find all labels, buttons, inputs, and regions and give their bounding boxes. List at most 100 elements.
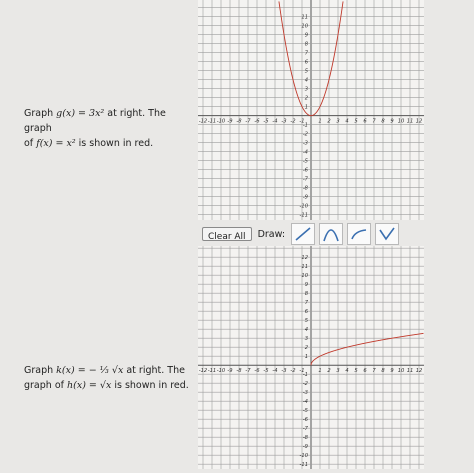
x-tick-label: 7 (372, 368, 376, 374)
clear-all-button[interactable]: Clear All (202, 227, 252, 242)
graph-2-canvas[interactable]: -12 -11 -10 -9 -8 -7 -6 -5 -4 -3 -2 -1 1 2 3 4 5 6 7 8 9 10 11… (198, 246, 424, 469)
y-tick-label: 3 (305, 336, 308, 342)
line-tool-icon (295, 227, 311, 241)
x-tick-label: -9 (227, 119, 232, 125)
x-tick-label: -4 (272, 119, 277, 125)
x-tick-label: -2 (290, 119, 295, 125)
y-tick-label: -11 (300, 462, 308, 468)
x-tick-label: 9 (390, 119, 393, 125)
x-tick-label: 4 (345, 119, 348, 125)
y-tick-label: -4 (303, 150, 308, 156)
graph-1-plot[interactable]: -12 -11 -10 -9 -8 -7 -6 -5 -4 -3 -2 -1 1 2 3 4 5 6 7 8 9 10 11… (198, 0, 424, 228)
absolute-value-tool-icon (379, 227, 395, 241)
x-tick-label: -7 (245, 368, 251, 374)
x-tick-label: -9 (227, 368, 232, 374)
x-tick-label: -3 (281, 368, 286, 374)
x-tick-label: -3 (281, 119, 286, 125)
y-tick-label: 11 (301, 264, 308, 270)
x-tick-label: -6 (254, 119, 260, 125)
x-tick-label: 2 (327, 119, 330, 125)
problem-2-text: Graph k(x) = − ⅓ √x at right. The graph … (24, 363, 194, 393)
y-tick-label: 4 (305, 78, 308, 84)
y-tick-label: 6 (305, 309, 309, 315)
x-tick-label: -5 (263, 119, 269, 125)
x-tick-label: -10 (217, 368, 226, 374)
y-tick-label: 1 (305, 105, 308, 111)
y-tick-label: 5 (305, 69, 309, 75)
y-tick-label: -3 (303, 141, 308, 147)
y-tick-label: 2 (305, 96, 308, 102)
x-tick-label: -2 (290, 368, 295, 374)
x-tick-label: -11 (208, 368, 216, 374)
y-tick-label: -1 (303, 123, 308, 129)
problem-1-function-f: f(x) = x² (36, 138, 76, 149)
problem-1-end: is shown in red. (75, 138, 154, 149)
y-tick-label: -9 (303, 444, 308, 450)
problem-2-mid: at right. The (123, 365, 185, 376)
y-tick-label: -9 (303, 195, 308, 201)
x-tick-label: 9 (390, 368, 393, 374)
problem-2-graph-of: graph of (24, 380, 68, 391)
problem-1-of: of (24, 138, 37, 149)
problem-2-function-k: k(x) = − ⅓ √x (56, 365, 124, 376)
y-tick-label: -5 (303, 408, 309, 414)
y-tick-label: 8 (305, 291, 309, 297)
x-tick-label: 1 (318, 119, 321, 125)
x-tick-label: 12 (416, 119, 423, 125)
y-tick-label: 10 (301, 24, 308, 30)
problem-2-end: is shown in red. (111, 380, 189, 391)
y-tick-label: 7 (305, 300, 309, 306)
line-tool-button[interactable] (291, 223, 316, 245)
draw-toolbar: Clear All Draw: (202, 223, 400, 245)
x-tick-label: 10 (398, 368, 405, 374)
parabola-tool-icon (323, 229, 339, 242)
y-tick-label: 5 (305, 318, 309, 324)
y-tick-label: -11 (300, 213, 308, 219)
x-tick-label: 6 (363, 368, 367, 374)
parabola-tool-button[interactable] (319, 223, 344, 245)
x-tick-label: -12 (199, 368, 207, 374)
x-tick-label: -5 (263, 368, 269, 374)
y-tick-label: 1 (305, 354, 308, 360)
x-tick-label: -10 (217, 119, 226, 125)
y-tick-label: -4 (303, 399, 308, 405)
problem-2-function-h: h(x) = √x (67, 380, 112, 391)
y-tick-label: -5 (303, 159, 309, 165)
x-tick-label: 2 (327, 368, 330, 374)
x-tick-label: 8 (381, 368, 385, 374)
y-tick-label: 3 (305, 87, 308, 93)
y-tick-label: 7 (305, 51, 309, 57)
x-tick-label: 11 (407, 368, 414, 374)
x-tick-label: 3 (336, 119, 339, 125)
y-tick-label: 11 (301, 15, 308, 21)
y-tick-label: -7 (303, 426, 309, 432)
graph-2-plot[interactable]: -12 -11 -10 -9 -8 -7 -6 -5 -4 -3 -2 -1 1 2 3 4 5 6 7 8 9 10 11… (198, 246, 424, 469)
draw-label: Draw: (257, 228, 286, 240)
x-tick-label: 11 (407, 119, 414, 125)
x-tick-label: -6 (254, 368, 260, 374)
graph-1-canvas[interactable]: -12 -11 -10 -9 -8 -7 -6 -5 -4 -3 -2 -1 1 2 3 4 5 6 7 8 9 10 11… (198, 0, 424, 228)
problem-2-intro: Graph (24, 365, 57, 376)
y-tick-label: -6 (303, 417, 309, 423)
x-tick-label: 1 (318, 368, 321, 374)
y-tick-label: -10 (300, 204, 309, 210)
y-tick-label: 2 (305, 345, 308, 351)
x-tick-label: 5 (354, 368, 358, 374)
x-tick-label: -8 (236, 119, 242, 125)
x-tick-label: -4 (272, 368, 277, 374)
y-tick-label: 9 (305, 282, 308, 288)
y-tick-label: -2 (303, 381, 308, 387)
y-tick-label: -8 (303, 435, 309, 441)
x-tick-label: -8 (236, 368, 242, 374)
y-tick-label: -10 (300, 453, 309, 459)
x-tick-label: 4 (345, 368, 348, 374)
y-tick-label: 9 (305, 33, 308, 39)
y-tick-label: 10 (301, 273, 308, 279)
sqrt-tool-button[interactable] (347, 223, 372, 245)
x-tick-label: -12 (199, 119, 207, 125)
absolute-value-tool-button[interactable] (375, 223, 400, 245)
y-tick-label: -8 (303, 186, 309, 192)
y-tick-label: -6 (303, 168, 309, 174)
x-tick-label: 6 (363, 119, 367, 125)
x-tick-label: -11 (208, 119, 216, 125)
